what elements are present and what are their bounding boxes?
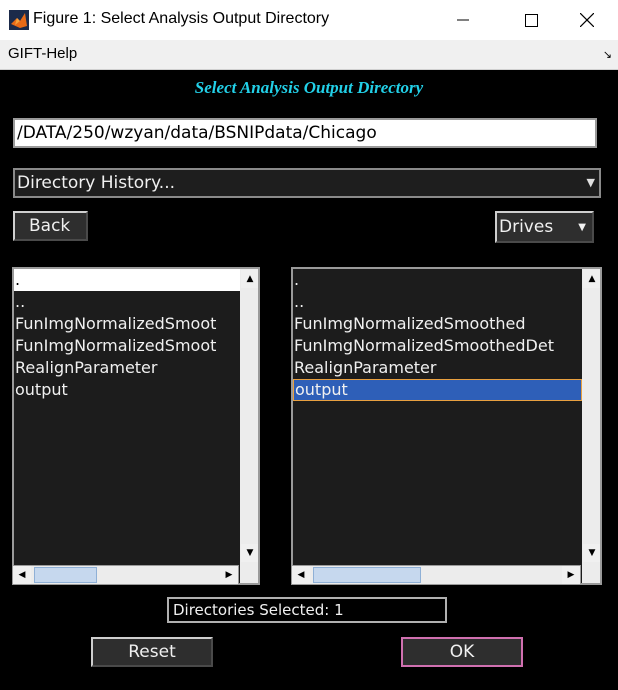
scroll-right-icon[interactable]: ▶ [220,566,238,584]
directory-history-dropdown[interactable]: Directory History... ▼ [13,168,601,198]
scroll-right-icon[interactable]: ▶ [562,566,580,584]
maximize-button[interactable] [508,0,554,40]
list-item[interactable]: output [14,379,240,401]
scroll-left-icon[interactable]: ◀ [13,566,31,584]
path-input[interactable]: /DATA/250/wzyan/data/BSNIPdata/Chicago [13,118,597,148]
reset-button[interactable]: Reset [91,637,213,667]
list-item-selected[interactable]: output [293,379,582,401]
dropdown-arrow-icon: ▼ [586,176,595,189]
scroll-up-icon[interactable]: ▲ [241,270,258,288]
scroll-up-icon[interactable]: ▲ [583,270,600,288]
dropdown-arrow-icon: ▼ [578,221,586,233]
list-item[interactable]: FunImgNormalizedSmoothed [293,313,582,335]
list-item[interactable]: RealignParameter [14,357,240,379]
minimize-button[interactable] [440,0,486,40]
left-vertical-scrollbar[interactable]: ▲ ▼ [240,269,258,583]
scroll-thumb[interactable] [34,567,97,583]
list-item[interactable]: RealignParameter [293,357,582,379]
list-item[interactable]: . [293,269,582,291]
drives-dropdown[interactable]: Drives ▼ [495,211,594,243]
scroll-down-icon[interactable]: ▼ [241,544,258,562]
right-vertical-scrollbar[interactable]: ▲ ▼ [582,269,600,583]
scroll-thumb[interactable] [313,567,421,583]
toolbar-toggle-icon[interactable]: ↘ [603,48,612,61]
left-directory-list[interactable]: . .. FunImgNormalizedSmoot FunImgNormali… [12,267,260,585]
right-directory-list[interactable]: . .. FunImgNormalizedSmoothed FunImgNorm… [291,267,602,585]
menu-bar: GIFT-Help ↘ [0,40,618,70]
minimize-icon [457,19,469,21]
back-button[interactable]: Back [13,211,88,241]
reset-button-label: Reset [128,642,176,662]
list-item[interactable]: FunImgNormalizedSmoot [14,335,240,357]
right-horizontal-scrollbar[interactable]: ◀ ▶ [291,565,581,585]
scroll-down-icon[interactable]: ▼ [583,544,600,562]
list-item[interactable]: .. [14,291,240,313]
left-horizontal-scrollbar[interactable]: ◀ ▶ [12,565,239,585]
ok-button-label: OK [449,642,475,662]
list-item[interactable]: . [14,269,240,291]
maximize-icon [524,13,538,27]
dialog-heading: Select Analysis Output Directory [194,78,424,97]
menu-gift-help[interactable]: GIFT-Help [8,45,77,62]
title-bar: Figure 1: Select Analysis Output Directo… [0,0,618,40]
close-icon [580,13,594,27]
dialog-content: Select Analysis Output Directory /DATA/2… [0,70,618,690]
scroll-left-icon[interactable]: ◀ [292,566,310,584]
window-title: Figure 1: Select Analysis Output Directo… [33,10,330,27]
ok-button[interactable]: OK [401,637,523,667]
status-display: Directories Selected: 1 [167,597,447,623]
list-item[interactable]: .. [293,291,582,313]
list-item[interactable]: FunImgNormalizedSmoot [14,313,240,335]
directory-history-label: Directory History... [17,173,176,193]
back-button-label: Back [29,216,71,236]
matlab-icon [9,10,29,30]
close-button[interactable] [564,0,610,40]
drives-label: Drives [499,217,554,237]
list-item[interactable]: FunImgNormalizedSmoothedDet [293,335,582,357]
